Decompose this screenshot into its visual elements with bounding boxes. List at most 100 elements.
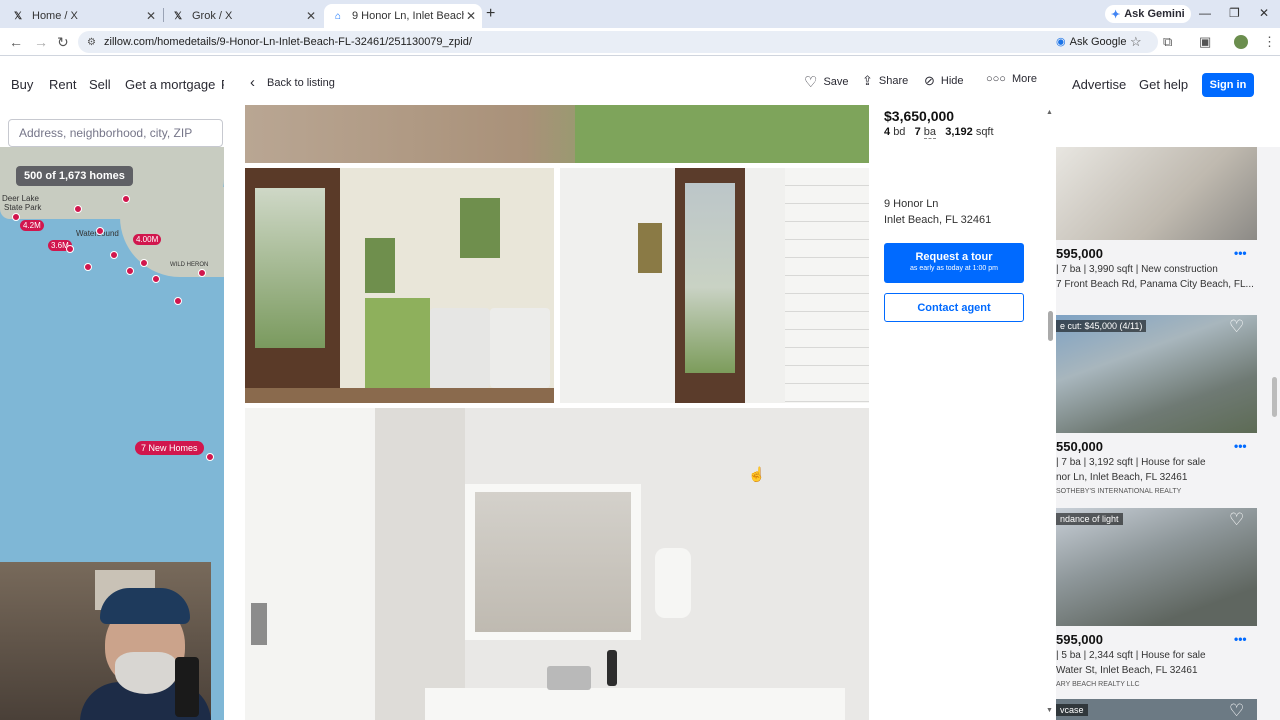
map-pin[interactable] [126,267,134,275]
nav-sell[interactable]: Sell [89,77,111,92]
photo-gallery[interactable] [245,105,869,720]
browser-tab-bar: 𝕏 Home / X ✕ 𝕏 Grok / X ✕ ⌂ 9 Honor Ln, … [0,0,1280,28]
map-pin[interactable] [152,275,160,283]
price-cut-badge: e cut: $45,000 (4/11) [1056,320,1147,332]
map-pin[interactable] [198,269,206,277]
green-cabinet [575,105,869,163]
gemini-icon: ✦ [1111,8,1121,21]
scrollbar-thumb[interactable] [1048,311,1053,341]
ask-gemini-button[interactable]: ✦ Ask Gemini [1105,5,1191,23]
location-search-input[interactable]: Address, neighborhood, city, ZIP [8,119,223,147]
nav-mortgage[interactable]: Get a mortgage [125,77,215,92]
listing-feature-badge: ndance of light [1056,513,1123,525]
shiplap-wall [785,168,869,403]
nav-buy[interactable]: Buy [11,77,33,92]
gallery-photo-floor[interactable] [245,105,869,163]
minimize-icon[interactable]: — [1199,6,1211,20]
close-window-icon[interactable]: ✕ [1259,6,1269,20]
new-homes-pin[interactable]: 7 New Homes [135,441,204,455]
listing-photo[interactable] [1056,147,1257,240]
homes-count-badge: 500 of 1,673 homes [16,166,133,186]
hide-button[interactable]: ⊘ Hide [924,73,964,89]
modal-scrollbar[interactable]: ▲ ▼ [1046,105,1054,720]
mouse-cursor-icon: ☝ [748,466,766,482]
new-tab-icon[interactable]: + [486,5,495,23]
map-pin[interactable] [140,259,148,267]
listing-photo[interactable] [1056,315,1257,433]
url-text: zillow.com/homedetails/9-Honor-Ln-Inlet-… [104,36,472,48]
close-tab-icon[interactable]: ✕ [466,9,476,23]
heart-icon[interactable]: ♡ [1229,317,1244,337]
listing-price: 595,000 [1056,632,1103,647]
map-pin[interactable] [84,263,92,271]
save-button[interactable]: ♡ Save [804,73,849,91]
door-glass [685,183,735,373]
heart-icon[interactable]: ♡ [1229,510,1244,530]
request-tour-button[interactable]: Request a tour as early as today at 1:00… [884,243,1024,283]
listing-address: 7 Front Beach Rd, Panama City Beach, FL.… [1056,279,1254,290]
listing-price: 550,000 [1056,439,1103,454]
tour-subtitle: as early as today at 1:00 pm [910,265,998,272]
price-pin[interactable]: 4.2M [20,220,44,231]
price-pin[interactable]: 4.00M [133,234,162,245]
map-pin[interactable] [12,213,20,221]
listing-price: 595,000 [1056,246,1103,261]
baths-unit[interactable]: ba [923,126,937,139]
close-tab-icon[interactable]: ✕ [306,9,316,23]
more-dots-icon: ○○○ [986,73,1006,85]
tab-grok[interactable]: 𝕏 Grok / X ✕ [164,4,322,28]
profile-avatar[interactable] [1234,35,1248,49]
share-button[interactable]: ⇪ Share [862,73,908,89]
map-pin[interactable] [110,251,118,259]
dryer [490,308,550,388]
scroll-down-icon[interactable]: ▼ [1046,707,1053,714]
listing-photo[interactable] [1056,508,1257,626]
tab-zillow-listing[interactable]: ⌂ 9 Honor Ln, Inlet Beach, FL 3246 ✕ [324,4,482,28]
back-arrow-icon[interactable]: ← [9,34,23,50]
map-pin[interactable] [66,245,74,253]
heart-icon[interactable]: ♡ [1229,701,1244,720]
forward-arrow-icon[interactable]: → [34,34,48,50]
map-pin[interactable] [174,297,182,305]
bookmark-star-icon[interactable]: ☆ [1130,34,1142,50]
close-tab-icon[interactable]: ✕ [146,9,156,23]
map-pin[interactable] [122,195,130,203]
nav-get-help[interactable]: Get help [1139,77,1188,92]
split-view-icon[interactable]: ▣ [1199,34,1211,50]
more-button[interactable]: ○○○ More [986,73,1037,85]
more-dots-icon[interactable]: ••• [1234,439,1247,453]
back-label: Back to listing [267,76,335,89]
restore-icon[interactable]: ❐ [1229,6,1240,20]
sign-in-button[interactable]: Sign in [1202,73,1254,97]
scroll-up-icon[interactable]: ▲ [1046,109,1053,116]
listing-address: nor Ln, Inlet Beach, FL 32461 [1056,472,1188,483]
gallery-photo-bathroom[interactable] [245,408,869,720]
x-logo-icon: 𝕏 [173,10,183,22]
map-pin[interactable] [74,205,82,213]
tab-home-x[interactable]: 𝕏 Home / X ✕ [4,4,162,28]
zillow-icon: ⌂ [334,10,342,22]
tab-title: Home / X [32,10,78,22]
address-bar[interactable]: ⚙ zillow.com/homedetails/9-Honor-Ln-Inle… [78,31,1158,53]
reload-icon[interactable]: ↻ [57,34,69,51]
faucet [547,666,591,690]
ask-google-button[interactable]: ◉ Ask Google [1056,35,1126,49]
more-dots-icon[interactable]: ••• [1234,632,1247,646]
more-dots-icon[interactable]: ••• [1234,246,1247,260]
extensions-icon[interactable]: ⧉ [1163,34,1172,50]
site-info-icon[interactable]: ⚙ [87,37,96,48]
nav-advertise[interactable]: Advertise [1072,77,1126,92]
gallery-photo-hallway[interactable] [560,168,869,403]
map-pin[interactable] [206,453,214,461]
results-scrollbar[interactable] [1272,377,1277,417]
map-pin[interactable] [96,227,104,235]
gallery-photo-laundry[interactable] [245,168,554,403]
back-to-listing-button[interactable]: ‹ Back to listing [250,74,335,91]
lens-icon: ◉ [1056,36,1066,48]
contact-agent-button[interactable]: Contact agent [884,293,1024,322]
baths-count: 7 [914,126,921,138]
menu-kebab-icon[interactable]: ⋮ [1263,34,1276,50]
webcam-person-beard [115,652,177,694]
nav-rent[interactable]: Rent [49,77,76,92]
vanity-counter [425,688,845,720]
